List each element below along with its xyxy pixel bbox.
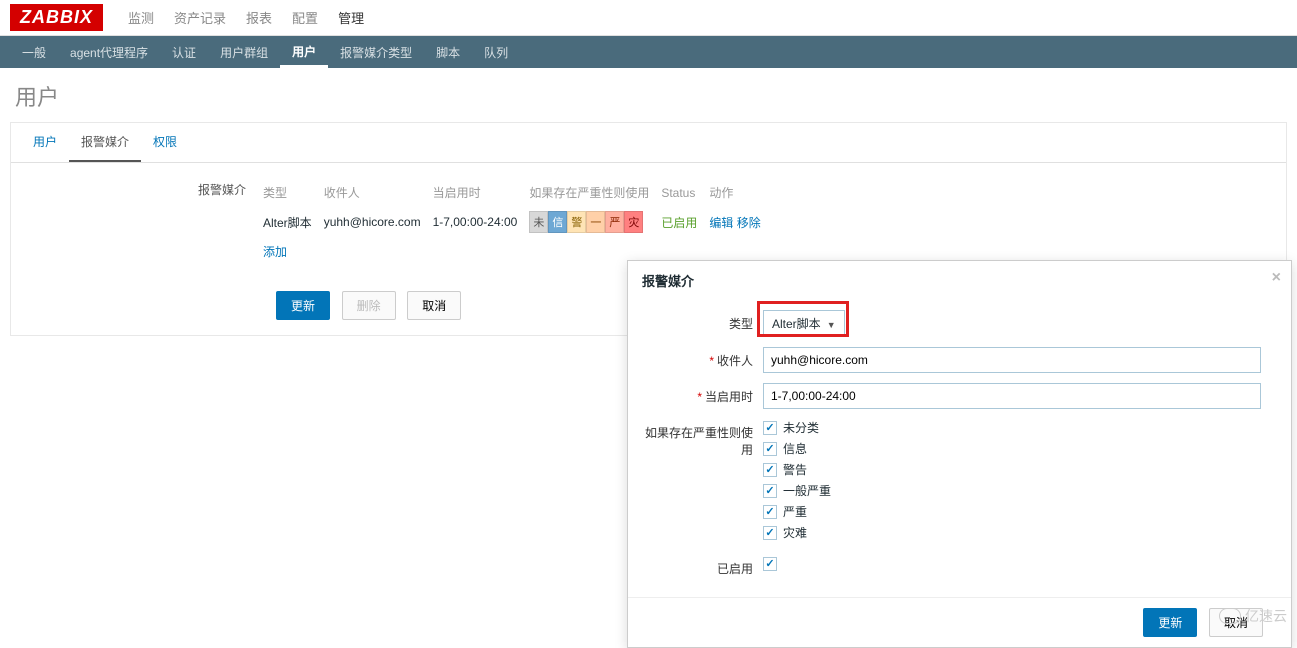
topnav-configuration[interactable]: 配置: [282, 0, 328, 35]
severity-badge-5: 灾: [624, 211, 643, 233]
cell-type: Alter脚本: [263, 207, 322, 237]
modal-type-select[interactable]: Alter脚本: [763, 310, 845, 337]
severity-badge-4: 严: [605, 211, 624, 233]
modal-sendto-input[interactable]: [763, 347, 1261, 373]
topnav-monitoring[interactable]: 监测: [118, 0, 164, 35]
severity-badge-2: 警: [567, 211, 586, 233]
top-nav: ZABBIX 监测 资产记录 报表 配置 管理: [0, 0, 1297, 36]
subnav-usergroups[interactable]: 用户群组: [208, 37, 280, 68]
cloud-icon: [1219, 608, 1241, 624]
page-title: 用户: [0, 68, 1297, 122]
modal-severity-group: ✓ 未分类 ✓ 信息 ✓ 警告 ✓ 一般严重 ✓ 严重 ✓ 灾难: [763, 419, 1261, 545]
tabs: 用户 报警媒介 权限: [11, 123, 1286, 163]
topnav-reports[interactable]: 报表: [236, 0, 282, 35]
modal-enabled-label: 已启用: [638, 555, 763, 577]
modal-enabled-checkbox[interactable]: ✓: [763, 557, 777, 571]
severity-label-2: 警告: [783, 461, 807, 478]
subnav-scripts[interactable]: 脚本: [424, 37, 472, 68]
modal-when-input[interactable]: [763, 383, 1261, 409]
subnav-queue[interactable]: 队列: [472, 37, 520, 68]
tab-media[interactable]: 报警媒介: [69, 123, 141, 162]
tab-permissions[interactable]: 权限: [141, 123, 189, 162]
subnav-auth[interactable]: 认证: [160, 37, 208, 68]
media-table: 类型 收件人 当启用时 如果存在严重性则使用 Status 动作 Alter脚本…: [261, 178, 773, 266]
cancel-button[interactable]: 取消: [407, 291, 461, 320]
th-severity: 如果存在严重性则使用: [529, 180, 659, 205]
severity-label-0: 未分类: [783, 419, 819, 436]
severity-checkbox-4[interactable]: ✓: [763, 505, 777, 519]
media-modal: 报警媒介 × 类型 Alter脚本 *收件人 *当启用时 如果存在严重性则使用 …: [627, 260, 1292, 648]
modal-sendto-label: *收件人: [638, 347, 763, 369]
severity-checkbox-5[interactable]: ✓: [763, 526, 777, 540]
cell-status[interactable]: 已启用: [661, 207, 707, 237]
media-section-label: 报警媒介: [31, 178, 261, 266]
delete-button: 删除: [342, 291, 396, 320]
watermark: 亿速云: [1219, 606, 1287, 626]
cell-severity: 未信警一严灾: [529, 207, 659, 237]
modal-type-label: 类型: [638, 310, 763, 332]
modal-severity-label: 如果存在严重性则使用: [638, 419, 763, 458]
modal-when-label: *当启用时: [638, 383, 763, 405]
severity-badge-0: 未: [529, 211, 548, 233]
severity-badge-3: 一: [586, 211, 605, 233]
modal-footer: 更新 取消: [628, 597, 1291, 647]
close-icon[interactable]: ×: [1272, 269, 1281, 287]
th-when: 当启用时: [433, 180, 528, 205]
severity-label-5: 灾难: [783, 524, 807, 541]
th-actions: 动作: [709, 180, 770, 205]
severity-checkbox-3[interactable]: ✓: [763, 484, 777, 498]
topnav-administration[interactable]: 管理: [328, 0, 374, 35]
media-table-header: 类型 收件人 当启用时 如果存在严重性则使用 Status 动作: [263, 180, 771, 205]
severity-label-4: 严重: [783, 503, 807, 520]
severity-checkbox-2[interactable]: ✓: [763, 463, 777, 477]
severity-checkbox-0[interactable]: ✓: [763, 421, 777, 435]
tab-user[interactable]: 用户: [21, 123, 69, 162]
logo: ZABBIX: [10, 4, 103, 31]
cell-actions: 编辑 移除: [709, 207, 770, 237]
severity-label-1: 信息: [783, 440, 807, 457]
modal-title: 报警媒介: [642, 274, 694, 289]
severity-checkbox-1[interactable]: ✓: [763, 442, 777, 456]
modal-header: 报警媒介 ×: [628, 261, 1291, 300]
subnav-general[interactable]: 一般: [10, 37, 58, 68]
sub-nav: 一般 agent代理程序 认证 用户群组 用户 报警媒介类型 脚本 队列: [0, 36, 1297, 68]
severity-label-3: 一般严重: [783, 482, 831, 499]
media-table-row: Alter脚本 yuhh@hicore.com 1-7,00:00-24:00 …: [263, 207, 771, 237]
subnav-users[interactable]: 用户: [280, 36, 328, 68]
subnav-proxies[interactable]: agent代理程序: [58, 37, 160, 68]
modal-body: 类型 Alter脚本 *收件人 *当启用时 如果存在严重性则使用 ✓ 未分类 ✓ 信…: [628, 300, 1291, 597]
th-sendto: 收件人: [324, 180, 431, 205]
subnav-mediatypes[interactable]: 报警媒介类型: [328, 37, 424, 68]
topnav-inventory[interactable]: 资产记录: [164, 0, 236, 35]
modal-update-button[interactable]: 更新: [1143, 608, 1197, 637]
cell-when: 1-7,00:00-24:00: [433, 207, 528, 237]
update-button[interactable]: 更新: [276, 291, 330, 320]
add-media-link[interactable]: 添加: [263, 245, 287, 259]
th-type: 类型: [263, 180, 322, 205]
action-edit[interactable]: 编辑: [709, 216, 733, 230]
action-remove[interactable]: 移除: [737, 216, 761, 230]
cell-sendto: yuhh@hicore.com: [324, 207, 431, 237]
watermark-text: 亿速云: [1245, 606, 1287, 626]
th-status: Status: [661, 180, 707, 205]
severity-badge-1: 信: [548, 211, 567, 233]
